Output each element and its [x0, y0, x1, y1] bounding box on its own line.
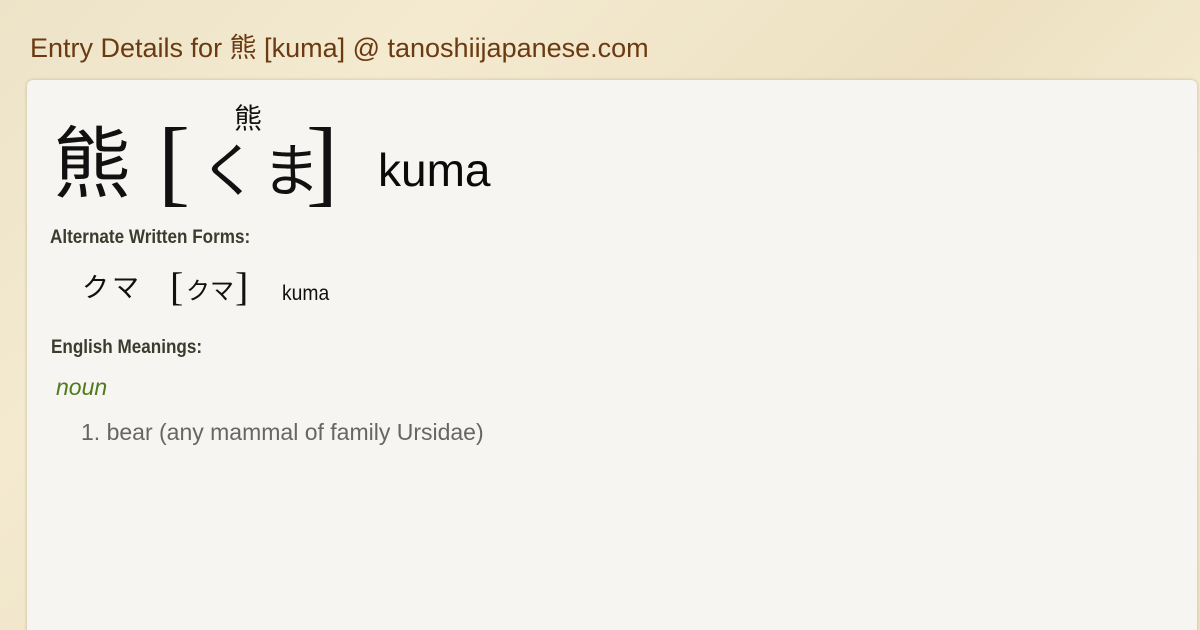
entry-headword-kanji: 熊: [53, 120, 132, 210]
alternate-form-written: クマ: [82, 273, 142, 304]
page-title: Entry Details for 熊 [kuma] @ tanoshiijap…: [30, 33, 649, 63]
entry-romaji: kuma: [378, 144, 491, 196]
alternate-forms-label: Alternate Written Forms:: [50, 227, 251, 248]
alternate-bracket-open: [: [170, 264, 184, 309]
alternate-form-romaji: kuma: [282, 282, 330, 305]
reading-bracket-close: ]: [306, 108, 338, 215]
english-meanings-label: English Meanings:: [51, 337, 203, 358]
definition-item: 1. bear (any mammal of family Ursidae): [81, 419, 484, 445]
entry-furigana: 熊: [234, 102, 263, 135]
reading-bracket-open: [: [158, 108, 190, 215]
alternate-form-reading: クマ: [186, 277, 234, 305]
alternate-bracket-close: ]: [235, 264, 249, 309]
part-of-speech: noun: [56, 374, 108, 400]
